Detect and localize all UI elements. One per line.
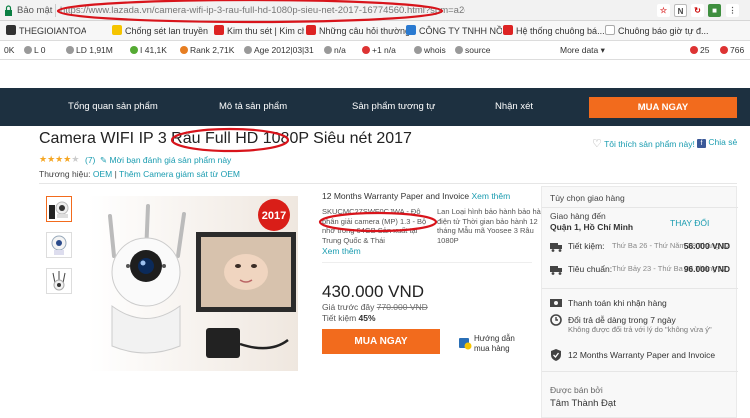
wishlist-link[interactable]: ♡ Tôi thích sản phẩm này! (592, 137, 695, 150)
gallery-thumbnail[interactable] (46, 232, 72, 258)
warranty-more-link[interactable]: Xem thêm (471, 191, 510, 201)
header-divider (39, 183, 737, 184)
seo-metric: L 0 (24, 45, 46, 55)
secure-label: Bảo mật (17, 5, 53, 16)
rating-count[interactable]: (7) (85, 155, 95, 165)
star-icon: ★ (39, 154, 48, 164)
star-icon: ★ (47, 154, 56, 164)
return-icon (550, 314, 562, 326)
nav-buy-now-button[interactable]: MUA NGAY (589, 97, 737, 118)
cash-icon (550, 299, 562, 307)
seo-metric: +1 n/a (362, 45, 396, 55)
company-icon (406, 25, 416, 35)
lock-icon (5, 5, 12, 16)
refresh-extension-icon[interactable]: ↻ (691, 4, 704, 17)
old-price: Giá trước đây 770.000 VND (322, 302, 428, 312)
brand-link[interactable]: OEM (93, 169, 112, 179)
spec-left: SKUCMC27SWF0CJWA - Độ phân giải camera (… (322, 207, 427, 245)
product-nav: Tổng quan sản phẩm Mô tả sản phẩm Sản ph… (0, 88, 750, 126)
warranty-line: 12 Months Warranty Paper and Invoice Xem… (322, 191, 511, 201)
url-separator (55, 4, 56, 17)
discount: Tiết kiệm 45% (322, 313, 376, 323)
seo-metric: I 41,1K (130, 45, 167, 55)
more-from-brand-link[interactable]: Thêm Camera giám sát từ OEM (119, 169, 240, 179)
delivery-panel: Tùy chọn giao hàng Giao hàng đến Quận 1,… (541, 186, 738, 418)
write-review-link[interactable]: ✎ Mời bạn đánh giá sản phẩm này (100, 155, 231, 166)
bookmark-item[interactable]: Kim thu sét | Kim ch... (214, 25, 304, 36)
seo-metric: 25 (690, 45, 709, 55)
specs-see-more-link[interactable]: Xem thêm (322, 246, 361, 256)
year-badge: 2017 (262, 210, 286, 222)
truck-icon (550, 266, 562, 275)
facebook-icon: f (697, 139, 706, 148)
bookmarks-bar: THEGIOIANTOAN.VN Chống sét lan truyền Ki… (0, 21, 750, 41)
url-path: /camera-wifi-ip-3-rau-full-hd-1080p-sieu… (151, 5, 465, 16)
url-text[interactable]: https://www.lazada.vn/camera-wifi-ip-3-r… (60, 5, 465, 16)
gallery-thumbnail[interactable] (46, 196, 72, 222)
bookmark-icon (306, 25, 316, 35)
bell-icon (503, 25, 513, 35)
spec-list: SKUCMC27SWF0CJWA - Độ phân giải camera (… (322, 207, 552, 249)
nav-similar[interactable]: Sản phẩm tương tự (352, 101, 435, 112)
bookmark-item[interactable]: Chuông báo giờ tự đ... (605, 25, 745, 36)
nav-description[interactable]: Mô tả sản phẩm (219, 101, 287, 112)
brand-line: Thương hiệu: OEM | Thêm Camera giám sát … (39, 169, 240, 179)
bookmark-item[interactable]: THEGIOIANTOAN.VN (6, 25, 86, 36)
spec-right: Lan Loại hình bảo hành bảo hành điện tử … (437, 207, 550, 245)
camera-thumb-image (51, 235, 67, 255)
camera-thumb-image (49, 201, 69, 219)
seller-name[interactable]: Tâm Thành Đạt (550, 398, 616, 409)
seo-metric: Age 2012|03|31 (244, 45, 314, 55)
sold-by-label: Được bán bởi (550, 385, 603, 395)
seo-whois[interactable]: whois (414, 45, 446, 55)
truck-icon (550, 243, 562, 252)
bookmark-item[interactable]: Những câu hỏi thường... (306, 25, 410, 36)
buy-now-button[interactable]: MUA NGAY (322, 329, 440, 354)
camera-thumb-image (52, 271, 66, 291)
bookmark-icon (112, 25, 122, 35)
product-title: Camera WIFI IP 3 Râu Full HD 1080P Siêu … (39, 130, 412, 147)
price-divider (322, 262, 532, 263)
star-icon[interactable]: ☆ (657, 4, 670, 17)
product-main-image[interactable]: 2017 (88, 196, 298, 371)
seo-metric: LD 1,91M (66, 45, 113, 55)
tgat-icon (6, 25, 16, 35)
seo-metric: 766 (720, 45, 744, 55)
menu-icon[interactable]: ⋮ (726, 4, 739, 17)
seo-more-data[interactable]: More data ▾ (560, 45, 605, 56)
nav-overview[interactable]: Tổng quan sản phẩm (68, 101, 158, 112)
page-icon (605, 25, 615, 35)
seo-metric: 0K (4, 45, 15, 55)
bookmark-item[interactable]: CÔNG TY TNHH NỒI... (406, 25, 502, 36)
bookmark-item[interactable]: Hệ thống chuông bá... (503, 25, 605, 36)
seo-toolbar: 0K L 0 LD 1,91M I 41,1K Rank 2,71K Age 2… (0, 41, 750, 60)
gallery-thumbnail[interactable] (46, 268, 72, 294)
nav-reviews[interactable]: Nhận xét (495, 101, 533, 112)
star-empty-icon: ★ (71, 154, 80, 164)
shield-icon (551, 349, 561, 361)
ship-to-label: Giao hàng đến (550, 211, 606, 221)
rating-stars: ★★★★★ (39, 154, 79, 165)
panel-divider (542, 288, 738, 289)
panel-divider (542, 207, 738, 208)
panel-divider (542, 371, 738, 372)
bookmark-icon (214, 25, 224, 35)
delivery-options-label: Tùy chọn giao hàng (550, 193, 625, 203)
ship-location: Quận 1, Hồ Chí Minh (550, 222, 634, 232)
share-link[interactable]: f Chia sẻ (697, 137, 737, 148)
heart-icon: ♡ (592, 138, 602, 150)
extension-icon[interactable]: N (674, 4, 687, 17)
url-domain: https://www.lazada.vn (60, 5, 152, 16)
guide-icon (459, 338, 472, 350)
seo-metric: Rank 2,71K (180, 45, 234, 55)
seo-metric: n/a (324, 45, 346, 55)
green-extension-icon[interactable]: ■ (708, 4, 721, 17)
change-location-link[interactable]: THAY ĐỔI (670, 218, 709, 228)
current-price: 430.000 VND (322, 282, 425, 301)
address-bar[interactable]: Bảo mật https://www.lazada.vn/camera-wif… (0, 0, 750, 21)
bookmark-item[interactable]: Chống sét lan truyền (112, 25, 210, 36)
seo-source[interactable]: source (455, 45, 491, 55)
